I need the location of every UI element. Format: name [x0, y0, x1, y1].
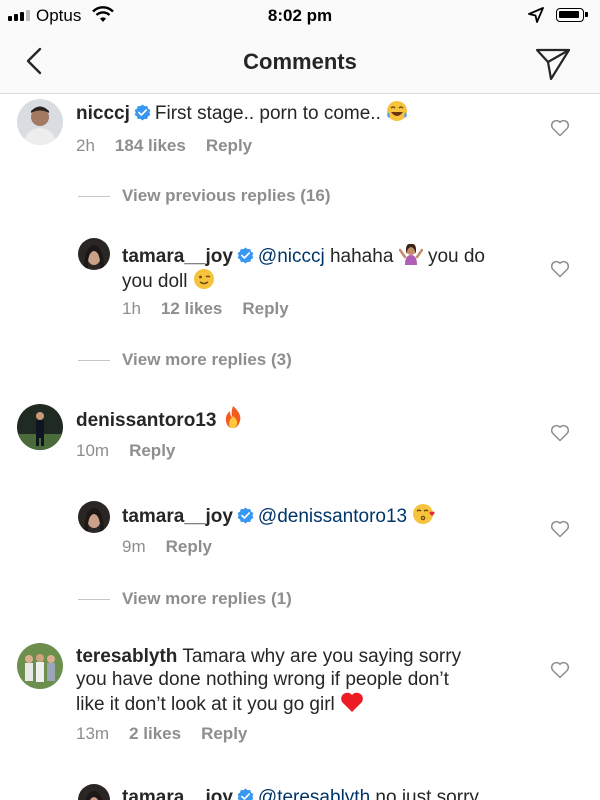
- avatar[interactable]: [17, 404, 63, 450]
- like-heart-icon[interactable]: [550, 259, 570, 279]
- view-more-replies-button[interactable]: View more replies (1): [78, 589, 292, 609]
- view-replies-label: View previous replies (16): [122, 186, 331, 205]
- verified-badge-icon: [237, 507, 254, 524]
- comment-text: like it don’t look at it you go girl: [76, 694, 335, 715]
- winking-face-emoji-icon: [193, 269, 214, 289]
- verified-badge-icon: [134, 104, 151, 121]
- reply-item: tamara__joy @denissantoro13 9m Reply: [0, 490, 600, 570]
- likes-count[interactable]: 2 likes: [129, 724, 181, 744]
- comment-timestamp: 10m: [76, 441, 110, 460]
- comment-username[interactable]: teresablyth: [76, 646, 177, 667]
- view-replies-label: View more replies (3): [122, 350, 292, 369]
- comment-username[interactable]: tamara__joy: [122, 246, 233, 267]
- direct-share-button[interactable]: [534, 44, 572, 82]
- comment-text: you have done nothing wrong if people do…: [76, 669, 449, 690]
- location-arrow-icon: [528, 7, 544, 23]
- divider: [78, 598, 110, 600]
- comment-timestamp: 9m: [122, 537, 146, 556]
- like-heart-icon[interactable]: [550, 118, 570, 138]
- comment-text: you doll: [122, 271, 188, 292]
- reply-item: tamara__joy @nicccj hahaha you do you dol…: [0, 230, 600, 330]
- divider: [78, 359, 110, 361]
- comment-timestamp: 2h: [76, 136, 95, 155]
- comment-username[interactable]: denissantoro13: [76, 410, 216, 431]
- nav-header: Comments: [0, 32, 600, 94]
- avatar[interactable]: [78, 238, 110, 270]
- tears-of-joy-emoji-icon: [387, 101, 408, 121]
- avatar[interactable]: [17, 643, 63, 689]
- comment-timestamp: 13m: [76, 724, 110, 743]
- person-shrugging-emoji-icon: [398, 243, 423, 265]
- comment-username[interactable]: tamara__joy: [122, 506, 233, 527]
- mention-link[interactable]: @denissantoro13: [258, 506, 407, 527]
- comment-timestamp: 1h: [122, 299, 141, 318]
- face-blowing-kiss-emoji-icon: [413, 504, 435, 524]
- avatar[interactable]: [78, 784, 110, 800]
- comment-item: teresablyth Tamara why are you saying so…: [0, 636, 600, 756]
- avatar[interactable]: [17, 99, 63, 145]
- avatar[interactable]: [78, 501, 110, 533]
- reply-button[interactable]: Reply: [166, 537, 212, 557]
- likes-count[interactable]: 184 likes: [115, 136, 186, 156]
- comment-username[interactable]: tamara__joy: [122, 787, 233, 800]
- comment-username[interactable]: nicccj: [76, 103, 130, 124]
- view-more-replies-button[interactable]: View more replies (3): [78, 350, 292, 370]
- reply-button[interactable]: Reply: [201, 724, 247, 744]
- view-previous-replies-button[interactable]: View previous replies (16): [78, 186, 331, 206]
- comment-text: First stage.. porn to come..: [154, 103, 381, 124]
- reply-button[interactable]: Reply: [206, 136, 252, 156]
- reply-item: tamara__joy @teresablyth no just sorry: [0, 776, 600, 800]
- status-bar: Optus 8:02 pm: [0, 0, 600, 32]
- comment-item: denissantoro13 10m Reply: [0, 396, 600, 476]
- comment-text: hahaha: [329, 246, 394, 267]
- clock: 8:02 pm: [267, 6, 333, 25]
- reply-button[interactable]: Reply: [129, 441, 175, 461]
- reply-button[interactable]: Reply: [242, 299, 288, 319]
- view-replies-label: View more replies (1): [122, 589, 292, 608]
- comment-text: you do: [427, 246, 485, 267]
- verified-badge-icon: [237, 788, 254, 800]
- divider: [78, 195, 110, 197]
- like-heart-icon[interactable]: [550, 519, 570, 539]
- verified-badge-icon: [237, 247, 254, 264]
- comment-text: Tamara why are you saying sorry: [182, 646, 462, 667]
- comment-text: no just sorry: [375, 787, 479, 800]
- like-heart-icon[interactable]: [550, 423, 570, 443]
- mention-link[interactable]: @nicccj: [258, 246, 325, 267]
- fire-emoji-icon: [225, 406, 241, 428]
- battery-icon: [556, 8, 588, 22]
- mention-link[interactable]: @teresablyth: [258, 787, 370, 800]
- comment-item: nicccj First stage.. porn to come.. 2h 18…: [0, 94, 600, 174]
- likes-count[interactable]: 12 likes: [161, 299, 222, 319]
- like-heart-icon[interactable]: [550, 660, 570, 680]
- page-title: Comments: [243, 49, 357, 74]
- red-heart-emoji-icon: [341, 692, 363, 712]
